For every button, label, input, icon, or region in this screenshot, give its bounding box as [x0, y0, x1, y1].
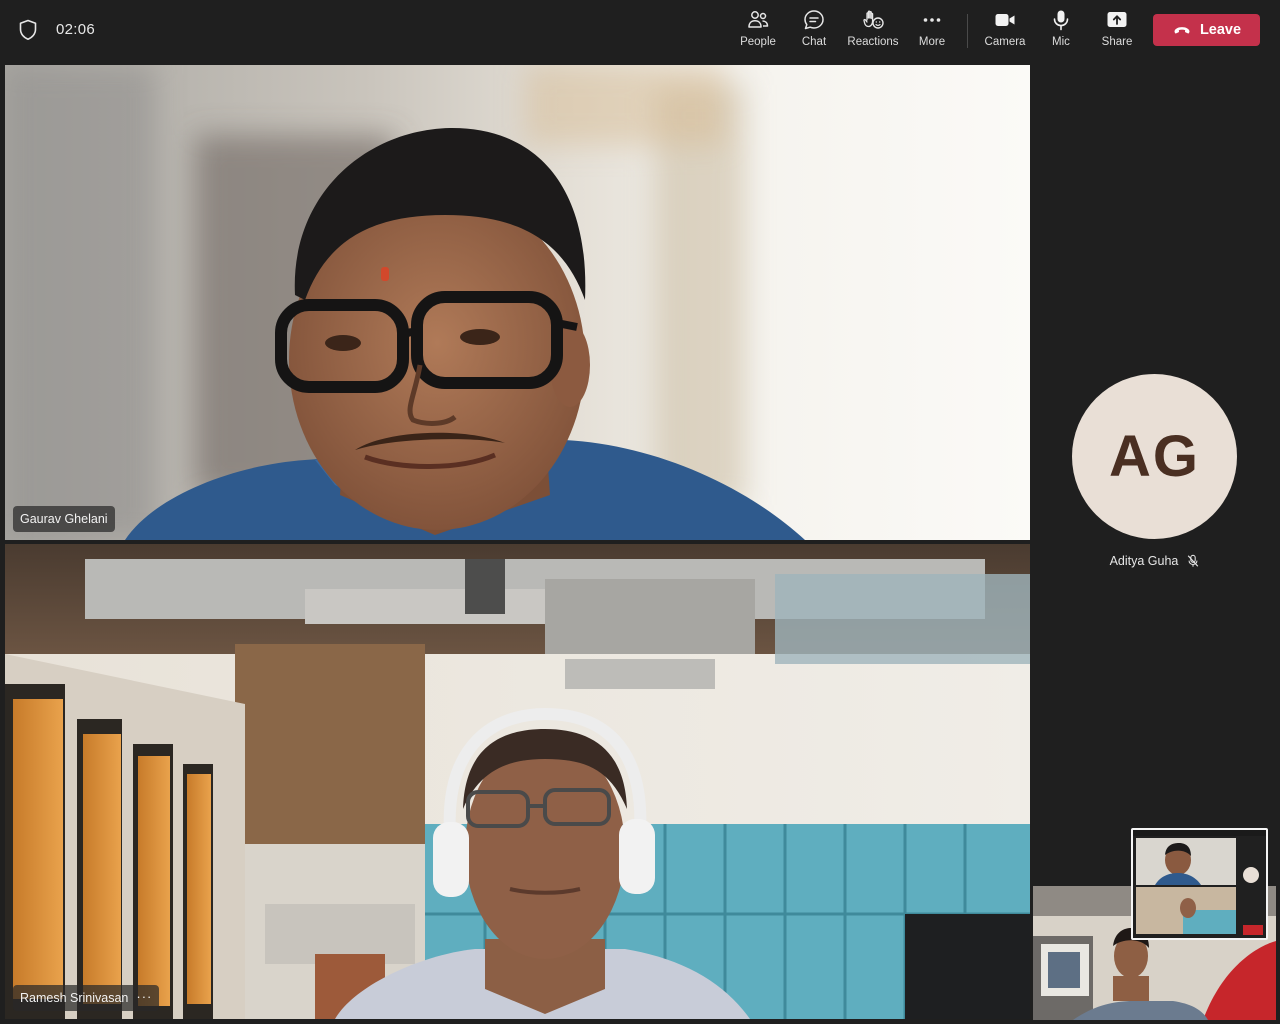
camera-icon	[995, 14, 1015, 26]
raise-hand-icon	[863, 10, 884, 29]
video-tile-gaurav[interactable]: Gaurav Ghelani	[5, 65, 1030, 540]
more-dots-icon	[923, 18, 941, 22]
mic-off-icon	[1188, 554, 1199, 567]
participant-name-badge: Ramesh Srinivasan ···	[13, 985, 160, 1011]
mic-button[interactable]: Mic	[1044, 8, 1078, 54]
participant-options-button[interactable]: ···	[136, 990, 152, 1003]
meeting-timer: 02:06	[56, 21, 96, 38]
share-tray-icon	[1107, 12, 1127, 27]
reactions-label: Reactions	[847, 36, 899, 48]
chat-label: Chat	[801, 36, 827, 48]
participant-video	[5, 65, 1030, 540]
video-tile-ramesh[interactable]: Ramesh Srinivasan ···	[5, 544, 1030, 1019]
avatar-name-row: Aditya Guha	[1085, 551, 1225, 571]
avatar-participant-name: Aditya Guha	[1109, 554, 1179, 568]
meeting-toolbar: 02:06 People Chat Reactions More Camera …	[0, 0, 1280, 62]
participant-video	[5, 544, 1030, 1019]
more-button[interactable]: More	[910, 8, 954, 54]
share-label: Share	[1101, 36, 1133, 48]
mic-icon	[1053, 10, 1069, 31]
shield-icon[interactable]	[16, 18, 40, 42]
mic-label: Mic	[1052, 36, 1070, 48]
share-button[interactable]: Share	[1096, 8, 1138, 54]
people-icon	[748, 11, 769, 28]
people-label: People	[740, 36, 776, 48]
mini-preview-scene	[1133, 830, 1266, 938]
hang-up-icon	[1174, 27, 1190, 34]
meeting-mini-preview[interactable]	[1131, 828, 1268, 940]
more-label: More	[918, 36, 946, 48]
avatar-initials: AG	[1109, 424, 1200, 489]
people-button[interactable]: People	[736, 8, 780, 54]
participant-name: Ramesh Srinivasan	[20, 991, 129, 1005]
chat-icon	[804, 10, 824, 30]
participant-name: Gaurav Ghelani	[20, 512, 108, 526]
leave-button[interactable]: Leave	[1153, 14, 1260, 46]
leave-label: Leave	[1199, 22, 1242, 38]
chat-button[interactable]: Chat	[795, 8, 833, 54]
toolbar-divider	[967, 14, 968, 48]
participant-name-badge: Gaurav Ghelani	[13, 506, 115, 532]
reactions-button[interactable]: Reactions	[844, 8, 902, 54]
participant-avatar[interactable]: AG	[1072, 374, 1237, 539]
camera-label: Camera	[984, 36, 1026, 48]
camera-button[interactable]: Camera	[981, 8, 1029, 54]
